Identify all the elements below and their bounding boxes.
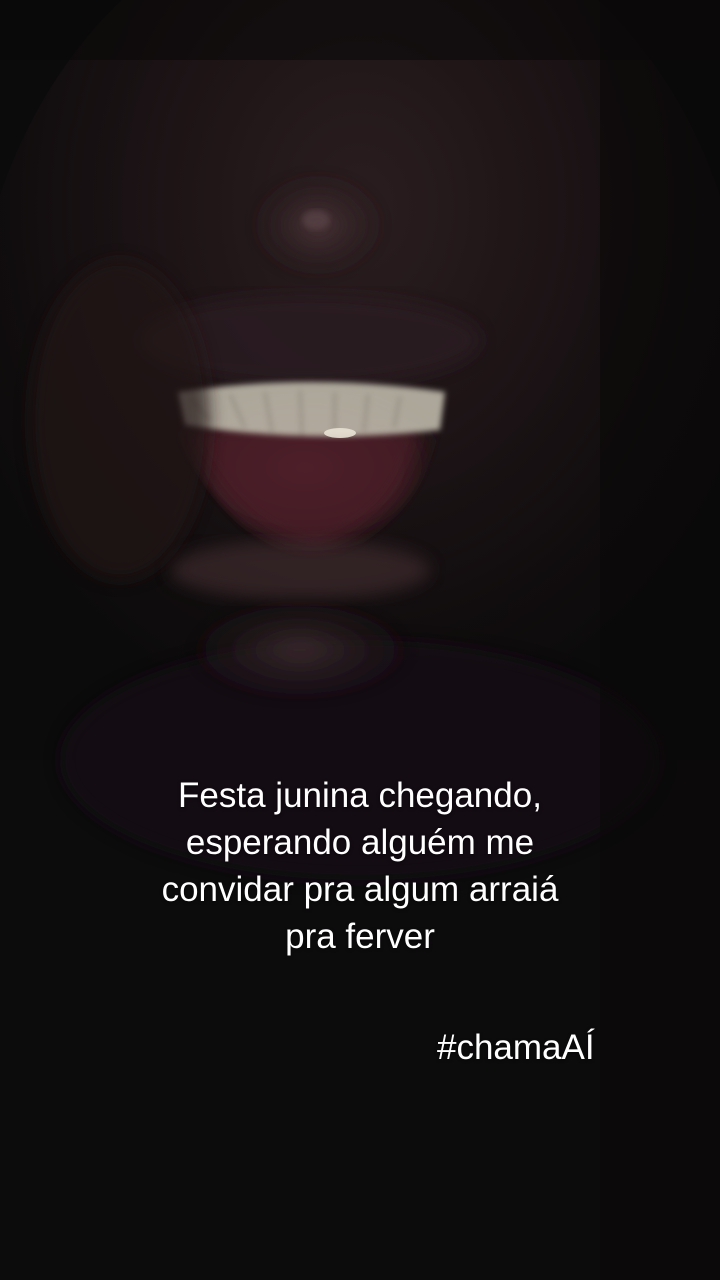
video-frame: Festa junina chegando, esperando alguém … xyxy=(0,0,720,1280)
caption-text: Festa junina chegando, esperando alguém … xyxy=(110,772,610,960)
teeth-highlight xyxy=(178,382,445,437)
caption-line: Festa junina chegando, xyxy=(178,776,542,815)
caption-line: convidar pra algum arraiá xyxy=(161,870,559,909)
caption-line: esperando alguém me xyxy=(185,823,535,862)
hashtag-label: #chamaAÍ xyxy=(437,1028,595,1067)
caption-line: pra ferver xyxy=(285,917,435,956)
hashtag-text: #chamaAÍ xyxy=(400,1024,640,1071)
smiling-face-photo xyxy=(0,0,720,1280)
